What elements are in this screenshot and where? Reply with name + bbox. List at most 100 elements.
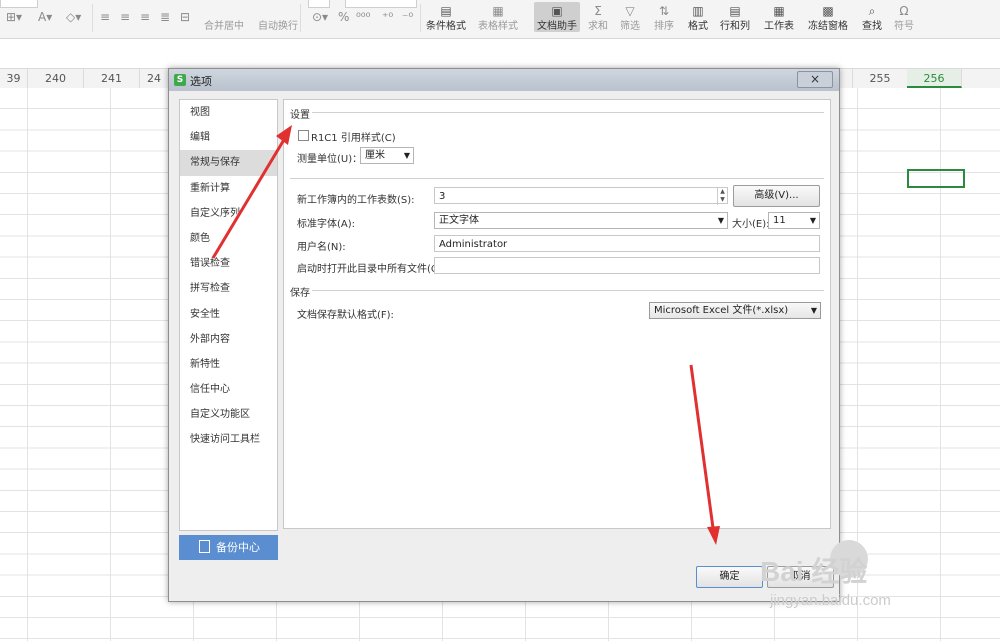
nav-item-recalc[interactable]: 重新计算 bbox=[180, 176, 277, 201]
dialog-title: 选项 bbox=[190, 75, 212, 88]
freeze-pane-button[interactable]: ▩ 冻结窗格 bbox=[808, 2, 848, 32]
username-label: 用户名(N): bbox=[297, 242, 346, 253]
username-input[interactable]: Administrator bbox=[434, 235, 820, 252]
symbol-button[interactable]: Ω 符号 bbox=[894, 2, 914, 32]
watermark-url: jingyan.baidu.com bbox=[770, 592, 891, 609]
font-size-label: 大小(E): bbox=[732, 219, 770, 230]
symbol-icon: Ω bbox=[899, 4, 909, 18]
worksheet-button[interactable]: ▦ 工作表 bbox=[764, 2, 794, 32]
align-left-icon[interactable]: ≡ bbox=[100, 10, 110, 24]
active-cell[interactable] bbox=[907, 169, 965, 188]
nav-item-view[interactable]: 视图 bbox=[180, 100, 277, 125]
chevron-down-icon: ▼ bbox=[717, 216, 724, 225]
conditional-format-button[interactable]: ▤ 条件格式 bbox=[426, 2, 466, 32]
settings-panel: 设置 R1C1 引用样式(C) 测量单位(U)： 厘米 ▼ 新工作簿内的工作表数(… bbox=[283, 99, 831, 529]
watermark-brand: Bai 经验 bbox=[760, 556, 868, 587]
font-color-icon[interactable]: A▾ bbox=[38, 10, 52, 24]
find-button[interactable]: ⌕ 查找 bbox=[862, 2, 882, 32]
distribute-icon[interactable]: ⊟ bbox=[180, 10, 190, 24]
r1c1-label: R1C1 引用样式(C) bbox=[311, 133, 396, 144]
backup-center-button[interactable]: 备份中心 bbox=[179, 535, 278, 560]
save-format-dropdown[interactable]: Microsoft Excel 文件(*.xlsx) ▼ bbox=[649, 302, 821, 319]
nav-item-custom-ribbon[interactable]: 自定义功能区 bbox=[180, 402, 277, 427]
nav-item-general-save[interactable]: 常规与保存 bbox=[180, 150, 277, 176]
thousands-icon[interactable]: ⁰⁰⁰ bbox=[356, 10, 370, 24]
r1c1-checkbox[interactable] bbox=[298, 130, 309, 141]
chevron-down-icon: ▼ bbox=[809, 216, 816, 225]
table-style-button[interactable]: ▦ 表格样式 bbox=[478, 2, 518, 32]
column-header-selected[interactable]: 256 bbox=[907, 69, 962, 88]
format-button[interactable]: ▥ 格式 bbox=[688, 2, 708, 32]
section-divider bbox=[312, 290, 824, 291]
dialog-titlebar[interactable]: S 选项 × bbox=[169, 69, 839, 91]
nav-item-edit[interactable]: 编辑 bbox=[180, 125, 277, 150]
font-name-field[interactable] bbox=[0, 0, 38, 8]
clear-format-icon[interactable]: ◇▾ bbox=[66, 10, 81, 24]
border-icon[interactable]: ⊞▾ bbox=[6, 10, 22, 24]
nav-item-spell-check[interactable]: 拼写检查 bbox=[180, 276, 277, 301]
chevron-down-icon: ▼ bbox=[810, 306, 817, 315]
doc-helper-button[interactable]: ▣ 文档助手 bbox=[534, 2, 580, 32]
filter-button[interactable]: ▽ 筛选 bbox=[620, 2, 640, 32]
conditional-format-icon: ▤ bbox=[440, 4, 452, 18]
standard-font-dropdown[interactable]: 正文字体 ▼ bbox=[434, 212, 728, 229]
number-format-dropdown[interactable] bbox=[345, 0, 417, 8]
save-format-label: 文档保存默认格式(F): bbox=[297, 310, 394, 321]
row-col-button[interactable]: ▤ 行和列 bbox=[720, 2, 750, 32]
worksheet-icon: ▦ bbox=[773, 4, 785, 18]
column-header[interactable]: 24 bbox=[140, 69, 169, 88]
sort-button[interactable]: ⇅ 排序 bbox=[654, 2, 674, 32]
settings-section-title: 设置 bbox=[290, 110, 310, 121]
find-icon: ⌕ bbox=[868, 4, 876, 18]
chevron-down-icon: ▼ bbox=[403, 151, 410, 160]
standard-font-label: 标准字体(A): bbox=[297, 219, 356, 230]
align-center-icon[interactable]: ≡ bbox=[120, 10, 130, 24]
currency-icon[interactable]: ⊙▾ bbox=[312, 10, 328, 24]
nav-item-trust-center[interactable]: 信任中心 bbox=[180, 377, 277, 402]
align-right-icon[interactable]: ≡ bbox=[140, 10, 150, 24]
measure-unit-dropdown[interactable]: 厘米 ▼ bbox=[360, 147, 414, 164]
sheet-count-stepper[interactable]: 3 ▲ ▼ bbox=[434, 187, 728, 205]
column-header[interactable]: 255 bbox=[852, 69, 908, 88]
save-section-title: 保存 bbox=[290, 288, 310, 299]
table-style-icon: ▦ bbox=[492, 4, 504, 18]
close-button[interactable]: × bbox=[797, 71, 833, 88]
ribbon-toolbar: ⊞▾ A▾ ◇▾ ≡ ≡ ≡ ≣ ⊟ 合并居中 自动换行 ⊙▾ % ⁰⁰⁰ ⁺⁰… bbox=[0, 0, 1000, 39]
font-size-dropdown[interactable]: 11 ▼ bbox=[768, 212, 820, 229]
advanced-button[interactable]: 高级(V)... bbox=[733, 185, 820, 207]
nav-item-quick-access[interactable]: 快速访问工具栏 bbox=[180, 427, 277, 452]
options-nav: 视图 编辑 常规与保存 重新计算 自定义序列 颜色 错误检查 拼写检查 安全性 … bbox=[179, 99, 278, 531]
nav-item-color[interactable]: 颜色 bbox=[180, 226, 277, 251]
nav-item-error-check[interactable]: 错误检查 bbox=[180, 251, 277, 276]
startup-folder-input[interactable] bbox=[434, 257, 820, 274]
align-justify-icon[interactable]: ≣ bbox=[160, 10, 170, 24]
sheet-count-label: 新工作簿内的工作表数(S): bbox=[297, 195, 415, 206]
auto-wrap-button[interactable]: 自动换行 bbox=[258, 2, 298, 32]
nav-item-new-features[interactable]: 新特性 bbox=[180, 352, 277, 377]
number-format-field[interactable] bbox=[308, 0, 330, 8]
column-header[interactable] bbox=[962, 69, 1000, 88]
nav-item-security[interactable]: 安全性 bbox=[180, 302, 277, 327]
increase-decimal-icon[interactable]: ⁺⁰ bbox=[382, 10, 393, 24]
wps-app-icon: S bbox=[174, 74, 186, 86]
format-icon: ▥ bbox=[692, 4, 704, 18]
measure-unit-label: 测量单位(U)： bbox=[297, 154, 363, 165]
decrease-decimal-icon[interactable]: ⁻⁰ bbox=[402, 10, 413, 24]
sum-button[interactable]: Σ 求和 bbox=[588, 2, 608, 32]
sort-icon: ⇅ bbox=[658, 4, 670, 18]
section-divider bbox=[290, 178, 824, 179]
column-header[interactable]: 241 bbox=[84, 69, 140, 88]
doc-helper-icon: ▣ bbox=[551, 4, 563, 18]
freeze-pane-icon: ▩ bbox=[822, 4, 834, 18]
nav-item-custom-list[interactable]: 自定义序列 bbox=[180, 201, 277, 226]
startup-folder-label: 启动时打开此目录中所有文件(O): bbox=[297, 264, 447, 275]
section-divider bbox=[312, 112, 824, 113]
merge-center-button[interactable]: 合并居中 bbox=[204, 2, 244, 32]
percent-icon[interactable]: % bbox=[338, 10, 349, 24]
stepper-arrows-icon[interactable]: ▲ ▼ bbox=[717, 188, 727, 205]
column-header[interactable]: 39 bbox=[0, 69, 28, 88]
sum-icon: Σ bbox=[594, 4, 602, 18]
column-header[interactable]: 240 bbox=[28, 69, 84, 88]
nav-item-external-content[interactable]: 外部内容 bbox=[180, 327, 277, 352]
ok-button[interactable]: 确定 bbox=[696, 566, 763, 588]
